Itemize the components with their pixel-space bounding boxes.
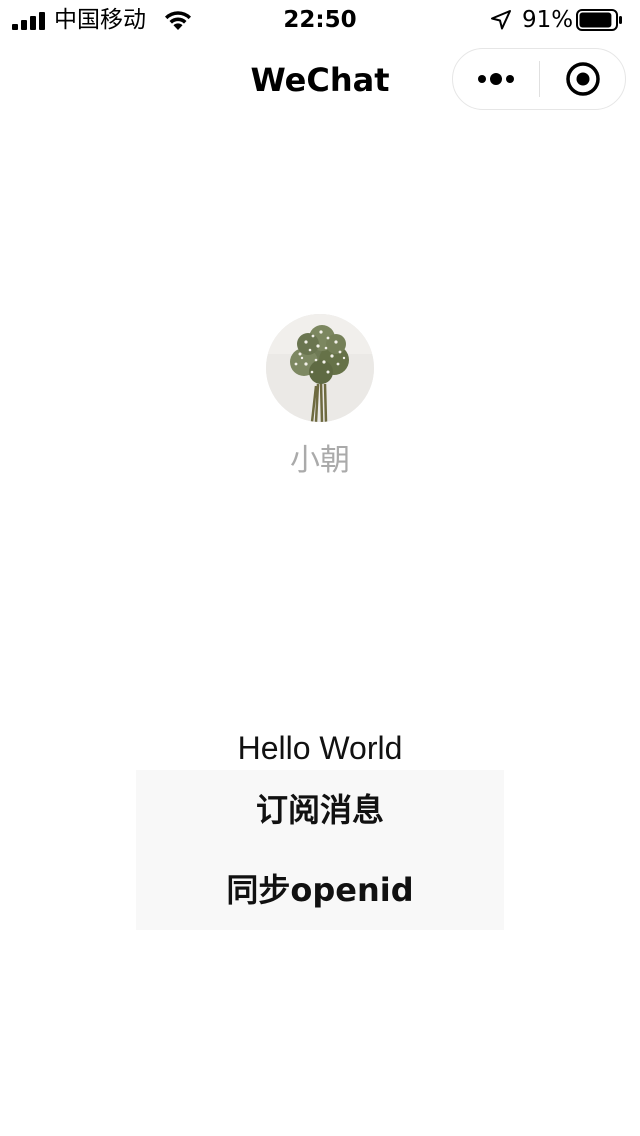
more-icon: [478, 73, 514, 85]
avatar[interactable]: [266, 314, 374, 422]
subscribe-message-button[interactable]: 订阅消息: [136, 770, 504, 850]
sync-openid-button[interactable]: 同步openid: [136, 850, 504, 930]
status-bar: 中国移动 22:50 91%: [0, 0, 640, 40]
miniprogram-capsule: [452, 48, 626, 110]
battery-icon: [576, 9, 622, 31]
screen: 中国移动 22:50 91% WeChat 小朝 Hello World 订阅消…: [0, 0, 640, 1136]
battery-percent: 91%: [522, 7, 574, 33]
more-button[interactable]: [453, 49, 539, 109]
close-miniprogram-icon: [566, 62, 600, 96]
nickname: 小朝: [290, 443, 350, 478]
location-arrow-icon: [491, 10, 511, 30]
avatar-image: [266, 314, 374, 422]
close-miniprogram-button[interactable]: [540, 49, 626, 109]
hello-text: Hello World: [237, 730, 403, 766]
